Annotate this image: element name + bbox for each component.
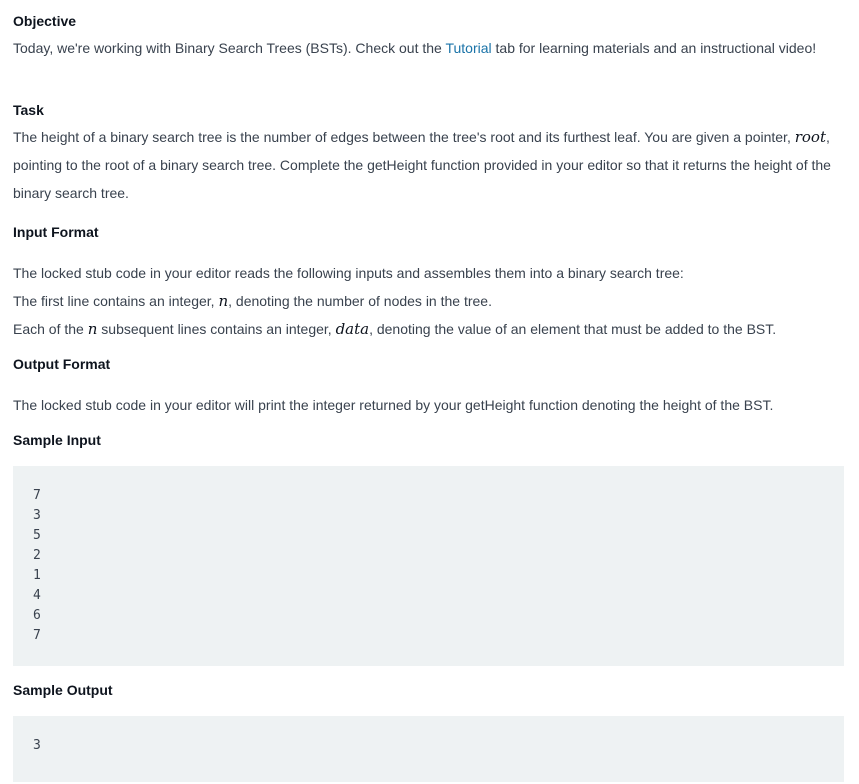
input-format-line-2-start: The first line contains an integer, xyxy=(13,293,219,309)
task-section: Task The height of a binary search tree … xyxy=(13,101,844,207)
objective-text-end: tab for learning materials and an instru… xyxy=(491,40,817,56)
sample-input-code: 7 3 5 2 1 4 6 7 xyxy=(13,466,844,666)
input-format-heading: Input Format xyxy=(13,224,99,240)
input-format-line-2: The first line contains an integer, n, d… xyxy=(13,287,844,315)
input-format-section: Input Format The locked stub code in you… xyxy=(13,223,844,343)
code-line: 3 xyxy=(33,508,41,523)
code-line: 4 xyxy=(33,588,41,603)
sample-output-code: 3 xyxy=(13,716,844,782)
objective-text: Today, we're working with Binary Search … xyxy=(13,34,844,62)
output-format-text: The locked stub code in your editor will… xyxy=(13,397,774,413)
input-format-line-3-end: , denoting the value of an element that … xyxy=(369,321,777,337)
code-line: 5 xyxy=(33,528,41,543)
code-line: 7 xyxy=(33,628,41,643)
input-format-line-3: Each of the n subsequent lines contains … xyxy=(13,315,844,343)
n-variable: n xyxy=(218,292,229,310)
task-heading: Task xyxy=(13,102,44,118)
task-text-start: The height of a binary search tree is th… xyxy=(13,129,795,145)
sample-input-section: Sample Input 7 3 5 2 1 4 6 7 xyxy=(13,431,844,666)
sample-output-section: Sample Output 3 xyxy=(13,681,844,782)
objective-heading: Objective xyxy=(13,13,77,29)
code-line: 6 xyxy=(33,608,41,623)
n-variable-2: n xyxy=(87,320,98,338)
sample-input-heading: Sample Input xyxy=(13,432,101,448)
input-format-line-1: The locked stub code in your editor read… xyxy=(13,265,684,281)
objective-text-start: Today, we're working with Binary Search … xyxy=(13,40,446,56)
sample-output-heading: Sample Output xyxy=(13,682,113,698)
code-line: 2 xyxy=(33,548,41,563)
task-text: The height of a binary search tree is th… xyxy=(13,123,844,207)
tutorial-link[interactable]: Tutorial xyxy=(445,40,491,56)
output-format-section: Output Format The locked stub code in yo… xyxy=(13,355,844,419)
code-line: 1 xyxy=(33,568,41,583)
input-format-line-2-end: , denoting the number of nodes in the tr… xyxy=(228,293,492,309)
input-format-line-3-mid: subsequent lines contains an integer, xyxy=(97,321,336,337)
input-format-line-3-start: Each of the xyxy=(13,321,88,337)
root-variable: root xyxy=(794,128,826,146)
data-variable: data xyxy=(335,320,370,338)
code-line: 3 xyxy=(33,738,41,753)
code-line: 7 xyxy=(33,488,41,503)
objective-section: Objective Today, we're working with Bina… xyxy=(13,12,844,62)
output-format-heading: Output Format xyxy=(13,356,111,372)
